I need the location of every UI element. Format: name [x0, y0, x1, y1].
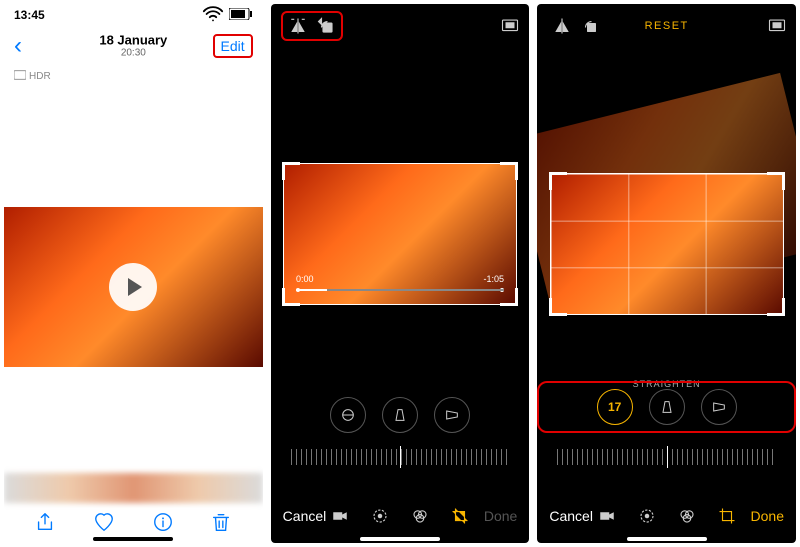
straighten-editor-screen: RESET STRAIGHTEN 17 Cancel [537, 4, 796, 543]
crop-corner-tr[interactable] [500, 162, 518, 180]
info-icon[interactable] [152, 511, 174, 536]
ruler-center-mark [400, 446, 401, 468]
adjust-mode-icon[interactable] [638, 507, 656, 525]
battery-icon [229, 8, 253, 23]
hdr-badge: HDR [4, 66, 263, 87]
home-indicator [627, 537, 707, 541]
rotate-icon[interactable] [317, 17, 335, 35]
home-indicator [93, 537, 173, 541]
home-indicator [360, 537, 440, 541]
straighten-button[interactable]: 17 [597, 389, 633, 425]
trim-end: -1:05 [483, 274, 504, 284]
crop-corner-br[interactable] [767, 298, 785, 316]
cancel-button[interactable]: Cancel [549, 508, 597, 524]
status-time: 13:45 [14, 8, 45, 22]
crop-editor-screen: 0:00 -1:05 Cancel [271, 4, 530, 543]
editor-toolbar: Cancel Done [271, 499, 530, 533]
straighten-value: 17 [608, 400, 621, 414]
nav-title-group: 18 January 20:30 [99, 33, 167, 58]
video-mode-icon[interactable] [331, 507, 349, 525]
status-right [202, 4, 253, 28]
crop-corner-tl[interactable] [549, 172, 567, 190]
top-bar [271, 4, 530, 48]
trim-handle-end[interactable] [500, 288, 504, 292]
done-button[interactable]: Done [469, 508, 517, 524]
horizontal-perspective-button[interactable] [434, 397, 470, 433]
crop-corner-tr[interactable] [767, 172, 785, 190]
mode-tab-group [598, 507, 736, 525]
angle-ruler[interactable] [557, 449, 776, 465]
crop-frame[interactable] [551, 174, 783, 314]
hdr-text: HDR [29, 71, 51, 82]
trim-start: 0:00 [296, 274, 314, 284]
rotate-icon[interactable] [581, 17, 599, 35]
trash-icon[interactable] [210, 511, 232, 536]
vertical-perspective-button[interactable] [382, 397, 418, 433]
flip-horizontal-icon[interactable] [553, 17, 571, 35]
aspect-ratio-icon[interactable] [768, 17, 786, 35]
flip-horizontal-icon[interactable] [289, 17, 307, 35]
filmstrip[interactable] [4, 473, 263, 503]
straighten-button[interactable] [330, 397, 366, 433]
trim-bar[interactable]: 0:00 -1:05 [296, 274, 504, 284]
play-icon[interactable] [109, 263, 157, 311]
filters-mode-icon[interactable] [678, 507, 696, 525]
nav-bar: ‹ 18 January 20:30 Edit [4, 26, 263, 66]
video-preview[interactable] [4, 207, 263, 367]
video-mode-icon[interactable] [598, 507, 616, 525]
grid-overlay [551, 174, 783, 314]
nav-time: 20:30 [99, 48, 167, 59]
share-icon[interactable] [34, 511, 56, 536]
crop-corner-bl[interactable] [549, 298, 567, 316]
nav-date: 18 January [99, 33, 167, 47]
crop-mode-icon[interactable] [451, 507, 469, 525]
status-bar: 13:45 [4, 4, 263, 26]
top-bar: RESET [537, 4, 796, 48]
aspect-ratio-icon[interactable] [501, 17, 519, 35]
perspective-controls [271, 397, 530, 433]
crop-frame[interactable]: 0:00 -1:05 [284, 164, 516, 304]
photo-viewer-screen: 13:45 ‹ 18 January 20:30 Edit HDR [4, 4, 263, 543]
flip-rotate-group [547, 13, 605, 39]
trim-handle-start[interactable] [296, 288, 300, 292]
heart-icon[interactable] [93, 511, 115, 536]
flip-rotate-group [281, 11, 343, 41]
crop-corner-tl[interactable] [282, 162, 300, 180]
back-button[interactable]: ‹ [14, 32, 22, 60]
perspective-controls: 17 [537, 381, 796, 433]
vertical-perspective-button[interactable] [649, 389, 685, 425]
cancel-button[interactable]: Cancel [283, 508, 331, 524]
done-button[interactable]: Done [736, 508, 784, 524]
crop-mode-icon[interactable] [718, 507, 736, 525]
edit-button[interactable]: Edit [213, 34, 253, 58]
wifi-icon [202, 4, 224, 28]
adjust-mode-icon[interactable] [371, 507, 389, 525]
angle-ruler[interactable] [291, 449, 510, 465]
ruler-center-mark [667, 446, 668, 468]
filters-mode-icon[interactable] [411, 507, 429, 525]
horizontal-perspective-button[interactable] [701, 389, 737, 425]
reset-button[interactable]: RESET [645, 20, 689, 32]
hdr-icon [14, 70, 26, 83]
mode-tab-group [331, 507, 469, 525]
editor-toolbar: Cancel Done [537, 499, 796, 533]
